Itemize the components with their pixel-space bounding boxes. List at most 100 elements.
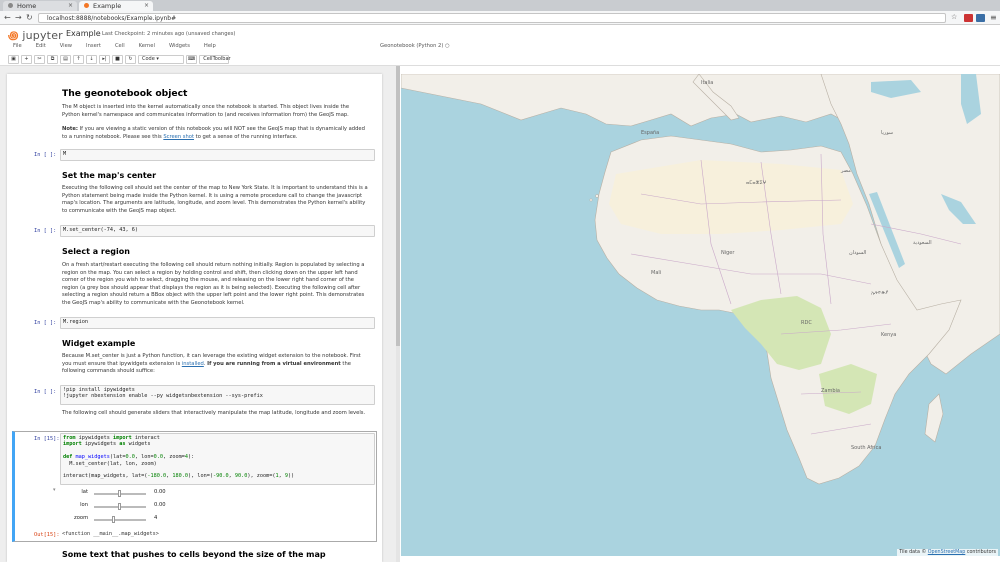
scrollbar-thumb[interactable] [396,66,400,346]
place-label: RDC [801,320,812,326]
place-label: سوريا [881,130,893,136]
place-label: السعودية [913,240,932,246]
map-attribution: Tile data © OpenStreetMap contributors [897,549,998,556]
kernel-status-icon: ○ [445,43,450,49]
place-label: ኢትዮጵያ [871,290,888,296]
slider-lat[interactable]: lat 0.00 [74,489,166,497]
attribution-prefix: Tile data © [899,550,927,555]
code-cell-region[interactable]: M.region [60,317,375,329]
output-collapse-icon[interactable]: ▾ [53,487,56,493]
paragraph-sliders: The following cell should generate slide… [62,410,366,416]
place-label: Mali [651,270,661,276]
menu-icon[interactable]: ≡ [990,13,997,22]
note-end: to get a sense of the running interface. [195,133,298,140]
rainforest [731,296,831,370]
menu-item-view[interactable]: View [53,43,79,52]
code-keyword: import [63,441,82,448]
close-icon[interactable]: × [68,2,73,9]
menu-item-widgets[interactable]: Widgets [162,43,197,52]
cell-toolbar-button[interactable]: CellToolbar [199,55,231,64]
move-up-icon[interactable]: ↑ [73,55,84,64]
menu-item-cell[interactable]: Cell [108,43,132,52]
jupyter-logo-mark: ꩜ [8,29,19,42]
slider-value: 0.00 [154,502,166,508]
checkpoint-status: Last Checkpoint: 2 minutes ago (unsaved … [102,31,236,37]
slider-zoom[interactable]: zoom 4 [74,515,164,523]
code-cell-set-center[interactable]: M.set_center(-74, 43, 6) [60,225,375,237]
output-text: <function __main__.map_widgets> [62,531,159,537]
place-label: Italia [701,80,713,86]
forward-icon[interactable]: → [15,13,22,22]
heading-select-region: Select a region [62,247,130,256]
map-canvas[interactable]: ⴰⵎⴰⵣⵉⵖ مصر سوريا السعودية السودان Niger … [401,74,1000,556]
code-keyword: from [63,435,76,441]
output-prompt: Out[15]: [34,532,60,538]
tab-example-label: Example [93,2,122,10]
jupyter-tab-icon [84,3,89,8]
save-icon[interactable]: ▣ [8,55,19,64]
jupyter-header: ꩜ jupyter Example Last Checkpoint: 2 min… [0,25,1000,66]
cell-prompt: In [ ]: [34,152,57,158]
slider-label: lat [81,489,88,495]
address-bar: ← → ↻ localhost:8888/notebooks/Example.i… [0,11,1000,25]
code-cell-m[interactable]: M [60,149,375,161]
slider-handle[interactable] [118,490,121,497]
notebook-scrollbar[interactable] [396,66,400,562]
place-label: Niger [721,250,735,256]
cut-icon[interactable]: ✂ [34,55,45,64]
cell-prompt: In [ ]: [34,228,57,234]
reload-icon[interactable]: ↻ [26,13,33,22]
code-cell-interact[interactable]: from ipywidgets import interact import i… [60,433,375,485]
menu-item-kernel[interactable]: Kernel [132,43,162,52]
tab-example[interactable]: Example × [79,1,153,11]
place-label: Zambia [821,388,840,394]
notebook-title[interactable]: Example [66,29,101,38]
slider-lon[interactable]: lon 0.00 [74,502,166,510]
tab-home[interactable]: Home × [3,1,77,11]
attribution-suffix: contributors [966,550,996,555]
code-cell-pip-install[interactable]: !pip install ipywidgets !jupyter nbexten… [60,385,375,405]
code-function-name: map_widgets [75,454,110,461]
paragraph-set-center: Executing the following cell should set … [62,185,368,214]
add-cell-icon[interactable]: + [21,55,32,64]
keyboard-icon[interactable]: ⌨ [186,55,198,64]
back-icon[interactable]: ← [4,13,11,22]
osm-link[interactable]: OpenStreetMap [928,550,966,555]
star-icon[interactable]: ☆ [951,13,957,22]
place-label: ⴰⵎⴰⵣⵉⵖ [746,180,767,186]
stop-icon[interactable]: ■ [112,55,123,64]
code-keyword: as [119,441,126,448]
extension-icon[interactable] [964,14,973,22]
installed-link[interactable]: installed [182,361,204,367]
restart-icon[interactable]: ↻ [125,55,136,64]
code-keyword: def [63,454,73,461]
slider-handle[interactable] [111,516,115,523]
menu-item-file[interactable]: File [6,43,29,52]
menu-bar: File Edit View Insert Cell Kernel Widget… [6,43,223,52]
cell-prompt: In [15]: [34,436,60,442]
tab-home-label: Home [17,2,37,10]
notebook-toolbar: ▣ + ✂ ⧉ ▤ ↑ ↓ ▸| ■ ↻ Code ▾ ⌨ CellToolba… [8,55,231,65]
run-icon[interactable]: ▸| [99,55,110,64]
extension-icon[interactable] [976,14,985,22]
place-label: España [641,130,659,136]
slider-track[interactable] [94,519,146,521]
kernel-indicator: Geonotebook (Python 2) ○ [380,43,450,49]
cell-type-value: Code [142,56,155,62]
geojs-map[interactable]: ⴰⵎⴰⵣⵉⵖ مصر سوريا السعودية السودان Niger … [401,74,1000,556]
copy-icon[interactable]: ⧉ [47,55,58,64]
move-down-icon[interactable]: ↓ [86,55,97,64]
jupyter-logo[interactable]: ꩜ jupyter [8,27,63,43]
sahara [609,160,853,234]
paragraph-intro: The M object is inserted into the kernel… [62,104,350,118]
paragraph-select-region: On a fresh start/restart executing the f… [62,262,365,306]
paste-icon[interactable]: ▤ [60,55,71,64]
slider-handle[interactable] [118,503,121,510]
url-input[interactable]: localhost:8888/notebooks/Example.ipynb# [38,13,946,23]
menu-item-insert[interactable]: Insert [79,43,108,52]
screenshot-link[interactable]: Screen shot [163,134,194,140]
close-icon[interactable]: × [144,2,149,9]
menu-item-help[interactable]: Help [197,43,223,52]
cell-type-select[interactable]: Code ▾ [138,55,184,64]
menu-item-edit[interactable]: Edit [29,43,53,52]
